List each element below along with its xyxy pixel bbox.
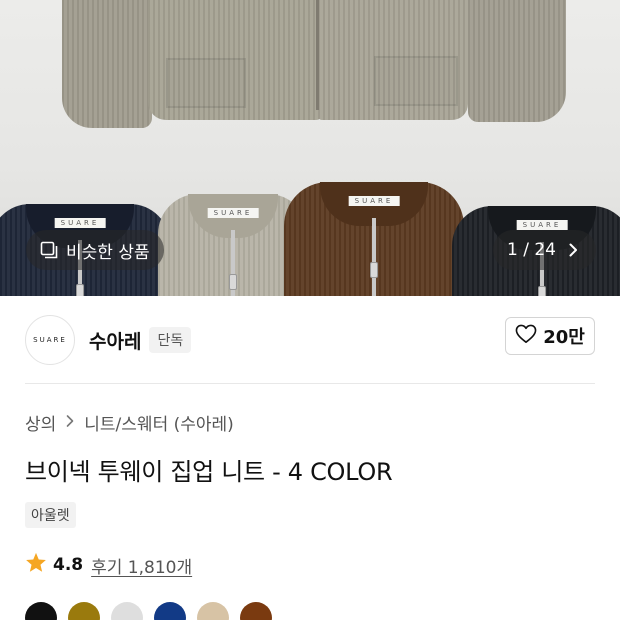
similar-items-button[interactable]: 비슷한 상품 [26,230,164,270]
like-count: 20만 [543,327,585,348]
like-button[interactable]: 20만 [505,317,595,355]
similar-items-icon [40,241,58,259]
product-image-gallery[interactable]: SUARE SUARE SUARE SUARE 비슷한 상품 1 / 24 [0,0,620,296]
sweater-zipper [316,0,319,110]
color-swatch-navy[interactable] [154,602,186,620]
color-swatch-brown[interactable] [240,602,272,620]
star-icon [25,552,47,578]
brand-logo[interactable]: SUARE [25,315,75,365]
color-swatch-light-gray[interactable] [111,602,143,620]
color-swatch-beige[interactable] [197,602,229,620]
seller-row: SUARE 수아레 단독 20만 [25,314,595,366]
chevron-right-icon [564,241,582,259]
product-title: 브이넥 투웨이 집업 니트 - 4 COLOR [25,458,393,486]
brand-name[interactable]: 수아레 [89,327,141,354]
heart-icon [515,324,537,349]
color-swatch-black[interactable] [25,602,57,620]
breadcrumb-item-subcategory[interactable]: 니트/스웨터 (수아레) [84,410,234,435]
review-count-link[interactable]: 후기 1,810개 [91,553,192,578]
rating-row[interactable]: 4.8 후기 1,810개 [25,552,192,578]
color-swatch-mustard[interactable] [68,602,100,620]
sweater-body-left [148,0,322,120]
page-indicator-text: 1 / 24 [507,240,556,260]
similar-items-label: 비슷한 상품 [66,242,150,263]
exclusive-badge: 단독 [149,327,192,353]
sweater-brown: SUARE [284,182,464,296]
sweater-sleeve-right [468,0,566,122]
breadcrumb: 상의 니트/스웨터 (수아레) [25,410,234,435]
color-swatches [25,602,272,620]
outlet-tag: 아울렛 [25,502,76,528]
section-divider [25,383,595,384]
sweater-body-right [318,0,468,120]
image-page-indicator[interactable]: 1 / 24 [493,230,596,270]
chevron-right-icon [64,413,76,432]
breadcrumb-item-category[interactable]: 상의 [25,410,56,435]
sweater-sleeve-left [62,0,152,128]
rating-score: 4.8 [53,555,84,575]
